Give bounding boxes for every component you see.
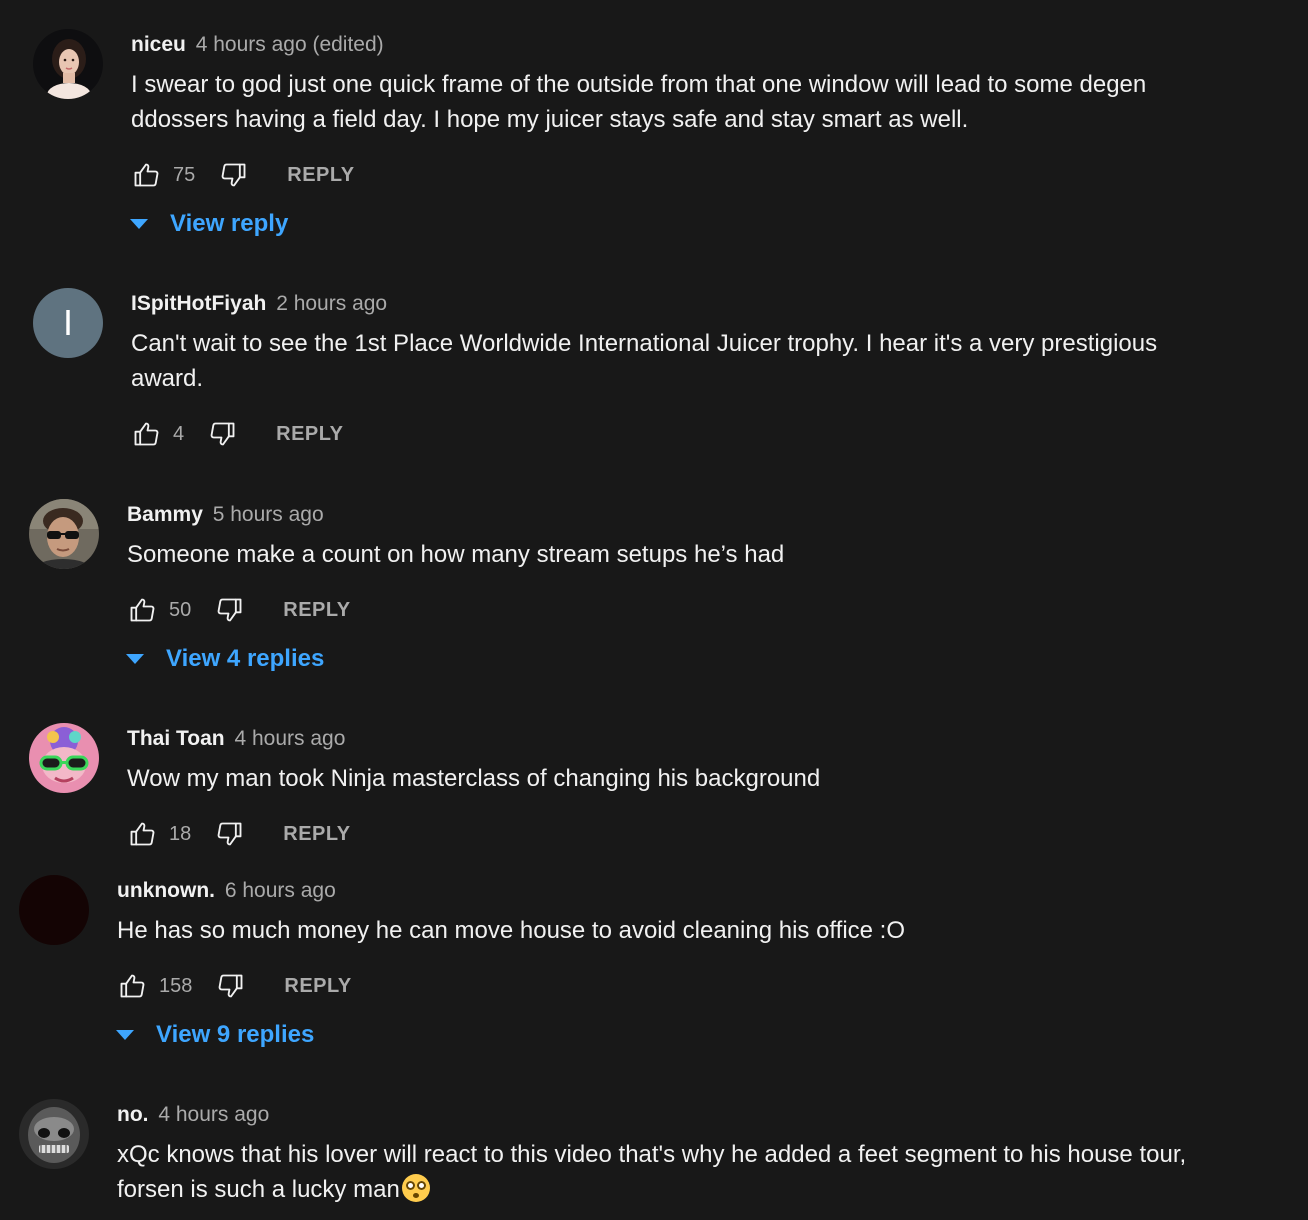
caret-down-icon xyxy=(126,654,144,664)
comment-text: He has so much money he can move house t… xyxy=(117,917,906,944)
comment-text: Wow my man took Ninja masterclass of cha… xyxy=(127,765,821,792)
like-icon[interactable] xyxy=(127,819,157,849)
dislike-icon[interactable] xyxy=(215,819,245,849)
comment-timestamp[interactable]: 4 hours ago xyxy=(234,727,345,750)
comment-timestamp[interactable]: 5 hours ago xyxy=(213,503,324,526)
like-icon[interactable] xyxy=(117,971,147,1001)
flushed-face-emoji-icon xyxy=(401,1174,430,1202)
comment-timestamp[interactable]: 4 hours ago xyxy=(158,1103,269,1126)
like-count: 158 xyxy=(159,974,193,997)
avatar-letter: I xyxy=(62,302,73,343)
reply-button[interactable]: REPLY xyxy=(283,823,350,846)
like-count: 4 xyxy=(173,422,185,445)
comment-text: xQc knows that his lover will react to t… xyxy=(117,1137,1207,1207)
like-icon[interactable] xyxy=(131,419,161,449)
comment-timestamp[interactable]: 4 hours ago (edited) xyxy=(196,33,384,56)
avatar[interactable] xyxy=(19,875,89,945)
view-replies-label: View 9 replies xyxy=(156,1021,315,1048)
dislike-icon[interactable] xyxy=(215,595,245,625)
like-icon[interactable] xyxy=(127,595,157,625)
avatar[interactable] xyxy=(29,723,99,793)
like-count: 18 xyxy=(169,822,192,845)
view-replies-button[interactable]: View 9 replies xyxy=(116,1021,314,1049)
comment-author[interactable]: no. xyxy=(117,1103,149,1126)
comment-author[interactable]: unknown. xyxy=(117,879,215,902)
view-replies-label: View 4 replies xyxy=(166,645,325,672)
avatar[interactable] xyxy=(33,29,103,99)
dislike-icon[interactable] xyxy=(216,971,246,1001)
comment-text-content: xQc knows that his lover will react to t… xyxy=(117,1141,1187,1203)
like-count: 50 xyxy=(169,598,192,621)
comment-text: Can't wait to see the 1st Place Worldwid… xyxy=(131,330,1158,392)
avatar[interactable] xyxy=(19,1099,89,1169)
dislike-icon[interactable] xyxy=(219,160,249,190)
comment-author[interactable]: ISpitHotFiyah xyxy=(131,292,266,315)
dislike-icon[interactable] xyxy=(208,419,238,449)
comment-timestamp[interactable]: 2 hours ago xyxy=(276,292,387,315)
comment-text: Someone make a count on how many stream … xyxy=(127,541,785,568)
comment-timestamp[interactable]: 6 hours ago xyxy=(225,879,336,902)
comment-author[interactable]: niceu xyxy=(131,33,186,56)
reply-button[interactable]: REPLY xyxy=(284,975,351,998)
view-replies-label: View reply xyxy=(170,210,289,237)
comment-text: I swear to god just one quick frame of t… xyxy=(131,71,1147,133)
like-count: 75 xyxy=(173,163,196,186)
avatar[interactable]: I xyxy=(33,288,103,358)
caret-down-icon xyxy=(116,1030,134,1040)
reply-button[interactable]: REPLY xyxy=(283,599,350,622)
comment-author[interactable]: Thai Toan xyxy=(127,727,225,750)
avatar[interactable] xyxy=(29,499,99,569)
view-replies-button[interactable]: View reply xyxy=(130,210,288,238)
caret-down-icon xyxy=(130,219,148,229)
reply-button[interactable]: REPLY xyxy=(276,423,343,446)
reply-button[interactable]: REPLY xyxy=(287,164,354,187)
like-icon[interactable] xyxy=(131,160,161,190)
view-replies-button[interactable]: View 4 replies xyxy=(126,645,324,673)
comment-author[interactable]: Bammy xyxy=(127,503,203,526)
